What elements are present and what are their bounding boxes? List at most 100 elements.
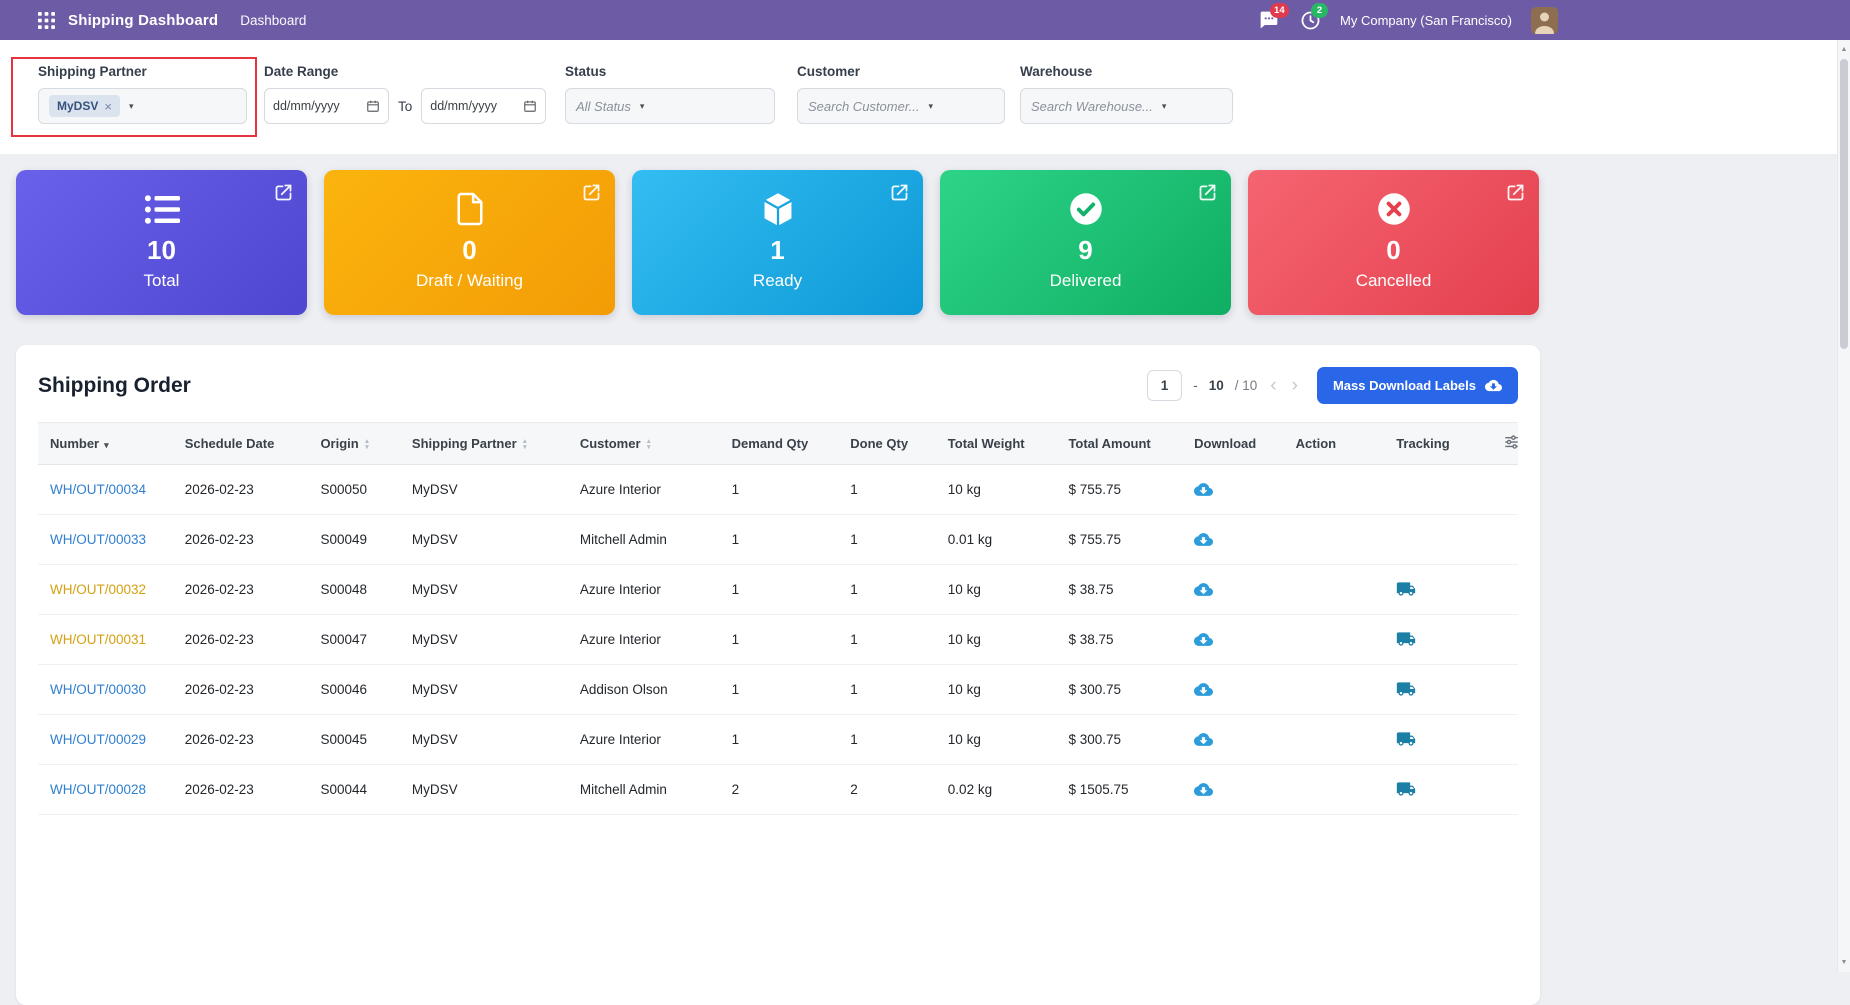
table-row: WH/OUT/000342026-02-23S00050MyDSVAzure I… — [38, 465, 1518, 515]
column-header-total-weight: Total Weight — [936, 423, 1057, 465]
page-current-input[interactable]: 1 — [1147, 370, 1183, 401]
prev-page-button[interactable]: ‹ — [1268, 376, 1278, 395]
column-options-button[interactable] — [1492, 423, 1518, 465]
shipping-partner-cell: MyDSV — [400, 715, 568, 765]
apps-menu-icon[interactable] — [38, 12, 55, 29]
activities-button[interactable]: 2 — [1299, 9, 1321, 31]
date-to-input[interactable]: dd/mm/yyyy — [421, 88, 546, 124]
chevron-down-icon: ▾ — [129, 101, 134, 112]
messages-button[interactable]: 14 — [1258, 9, 1280, 31]
cloud-download-icon[interactable] — [1194, 480, 1213, 502]
order-number-link[interactable]: WH/OUT/00032 — [50, 582, 146, 597]
customer-cell: Mitchell Admin — [568, 515, 720, 565]
kpi-label: Draft / Waiting — [324, 271, 615, 291]
cloud-download-icon[interactable] — [1194, 530, 1213, 552]
total-amount-cell: $ 1505.75 — [1056, 765, 1182, 815]
external-link-icon[interactable] — [1197, 182, 1218, 203]
demand-qty-cell: 1 — [720, 665, 839, 715]
order-number-link[interactable]: WH/OUT/00028 — [50, 782, 146, 797]
cloud-download-icon[interactable] — [1194, 730, 1213, 752]
next-page-button[interactable]: › — [1290, 376, 1300, 395]
truck-icon[interactable] — [1396, 729, 1416, 752]
action-cell — [1284, 665, 1385, 715]
column-header-schedule-date[interactable]: Schedule Date — [173, 423, 309, 465]
external-link-icon[interactable] — [1505, 182, 1526, 203]
tracking-cell — [1384, 615, 1492, 665]
warehouse-label: Warehouse — [1020, 64, 1233, 79]
orders-table-body: WH/OUT/000342026-02-23S00050MyDSVAzure I… — [38, 465, 1518, 815]
column-header-origin[interactable]: Origin▲▼ — [308, 423, 399, 465]
cloud-download-icon[interactable] — [1194, 780, 1213, 802]
column-label: Tracking — [1396, 436, 1449, 451]
order-number-link[interactable]: WH/OUT/00029 — [50, 732, 146, 747]
check-circle-icon — [940, 190, 1231, 228]
number-cell: WH/OUT/00033 — [38, 515, 173, 565]
scroll-up-arrow[interactable]: ▲ — [1838, 43, 1850, 56]
warehouse-select[interactable]: Search Warehouse... ▾ — [1020, 88, 1233, 124]
customer-cell: Azure Interior — [568, 565, 720, 615]
customer-placeholder: Search Customer... — [808, 99, 920, 114]
company-name[interactable]: My Company (San Francisco) — [1340, 13, 1512, 28]
truck-icon[interactable] — [1396, 579, 1416, 602]
cloud-download-icon[interactable] — [1194, 680, 1213, 702]
calendar-icon — [366, 99, 380, 113]
kpi-card-total[interactable]: 10 Total — [16, 170, 307, 315]
mass-download-button[interactable]: Mass Download Labels — [1317, 367, 1518, 404]
orders-table: Number▾ Schedule Date Origin▲▼ Shipping … — [38, 422, 1518, 815]
order-number-link[interactable]: WH/OUT/00031 — [50, 632, 146, 647]
total-weight-cell: 0.01 kg — [936, 515, 1057, 565]
schedule-date-cell: 2026-02-23 — [173, 615, 309, 665]
truck-icon[interactable] — [1396, 779, 1416, 802]
order-number-link[interactable]: WH/OUT/00030 — [50, 682, 146, 697]
column-label: Shipping Partner — [412, 436, 517, 451]
download-cell — [1182, 615, 1284, 665]
order-number-link[interactable]: WH/OUT/00034 — [50, 482, 146, 497]
close-icon[interactable]: × — [104, 100, 112, 113]
cloud-download-icon[interactable] — [1194, 580, 1213, 602]
avatar[interactable] — [1531, 7, 1558, 34]
customer-select[interactable]: Search Customer... ▾ — [797, 88, 1005, 124]
scrollbar-thumb[interactable] — [1840, 59, 1848, 349]
filter-shipping-partner: Shipping Partner MyDSV × ▾ — [38, 64, 247, 124]
kpi-card-ready[interactable]: 1 Ready — [632, 170, 923, 315]
kpi-card-delivered[interactable]: 9 Delivered — [940, 170, 1231, 315]
shipping-partner-select[interactable]: MyDSV × ▾ — [38, 88, 247, 124]
filter-customer: Customer Search Customer... ▾ — [797, 64, 1005, 124]
selected-partner-tag[interactable]: MyDSV × — [49, 95, 120, 117]
kpi-label: Total — [16, 271, 307, 291]
kpi-value: 9 — [940, 235, 1231, 266]
number-cell: WH/OUT/00029 — [38, 715, 173, 765]
order-number-link[interactable]: WH/OUT/00033 — [50, 532, 146, 547]
external-link-icon[interactable] — [273, 182, 294, 203]
customer-cell: Addison Olson — [568, 665, 720, 715]
external-link-icon[interactable] — [581, 182, 602, 203]
table-row: WH/OUT/000332026-02-23S00049MyDSVMitchel… — [38, 515, 1518, 565]
action-cell — [1284, 565, 1385, 615]
kpi-value: 0 — [324, 235, 615, 266]
menu-dashboard[interactable]: Dashboard — [240, 13, 306, 28]
file-icon — [324, 190, 615, 228]
column-header-number[interactable]: Number▾ — [38, 423, 173, 465]
kpi-card-cancelled[interactable]: 0 Cancelled — [1248, 170, 1539, 315]
tracking-cell — [1384, 565, 1492, 615]
kpi-value: 1 — [632, 235, 923, 266]
box-icon — [632, 190, 923, 228]
status-select[interactable]: All Status ▾ — [565, 88, 775, 124]
scrollbar[interactable]: ▲ ▼ — [1837, 40, 1850, 972]
external-link-icon[interactable] — [889, 182, 910, 203]
app-title[interactable]: Shipping Dashboard — [68, 12, 218, 29]
truck-icon[interactable] — [1396, 629, 1416, 652]
scroll-down-arrow[interactable]: ▼ — [1838, 956, 1850, 969]
sliders-icon — [1504, 435, 1519, 449]
column-header-customer[interactable]: Customer▲▼ — [568, 423, 720, 465]
truck-icon[interactable] — [1396, 679, 1416, 702]
date-from-input[interactable]: dd/mm/yyyy — [264, 88, 389, 124]
origin-cell: S00046 — [308, 665, 399, 715]
done-qty-cell: 1 — [838, 465, 936, 515]
cloud-download-icon[interactable] — [1194, 630, 1213, 652]
tag-label: MyDSV — [57, 99, 98, 113]
column-header-shipping-partner[interactable]: Shipping Partner▲▼ — [400, 423, 568, 465]
tracking-cell — [1384, 665, 1492, 715]
kpi-card-draft-waiting[interactable]: 0 Draft / Waiting — [324, 170, 615, 315]
total-amount-cell: $ 300.75 — [1056, 715, 1182, 765]
